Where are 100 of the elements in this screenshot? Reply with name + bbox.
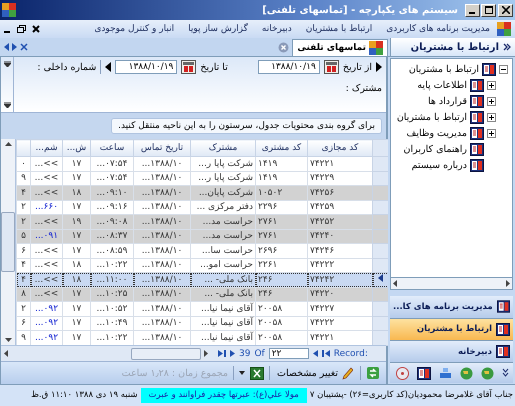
scroll-down-icon[interactable] [4, 61, 10, 67]
last-record-icon[interactable] [218, 350, 226, 357]
table-cell: ...۱۳۸۸/۱۰ [134, 156, 190, 171]
dropdown-icon[interactable] [239, 371, 245, 375]
column-header[interactable]: مشترک [190, 140, 256, 156]
calendar-icon[interactable] [181, 60, 196, 74]
column-header[interactable]: کد مجازی [308, 140, 372, 156]
column-header[interactable]: کد مشتری [256, 140, 308, 156]
table-cell: ...۰۸:۳۷ [90, 229, 134, 244]
from-date-field[interactable]: ۱۳۸۸/۱۰/۱۹ [258, 60, 320, 74]
expand-icon[interactable] [487, 128, 496, 138]
app-icon [369, 41, 383, 55]
cd-icon[interactable] [396, 366, 409, 380]
table-cell: ...۱۳۸۸/۱۰ [134, 214, 190, 229]
edit-button[interactable]: تغییر مشخصات [275, 366, 355, 380]
expand-icon[interactable] [487, 80, 496, 90]
document-tab[interactable]: تماسهای تلفنی [292, 39, 388, 56]
table-cell: ...۱۳۸۸/۱۰ [134, 244, 190, 258]
scroll-left-icon[interactable] [393, 280, 397, 287]
tree-item[interactable]: مدیریت وظایف [391, 126, 508, 140]
book-icon [470, 126, 484, 140]
table-row[interactable]: ۷۴۲۵۶ ۱۰۵۰۲ شرکت پایان... ...۱۳۸۸/۱۰ ...۰۹:۱۰ ۱۸ ...<< ۴ [16, 186, 388, 200]
table-row[interactable]: ۷۴۲۴۶ ۲۶۹۶ حراست سا... ...۱۳۸۸/۱۰ ...۰۸:۵۹ ۱۷ ...<< ۶ [16, 244, 388, 258]
table-cell: ۷۴۲۲۷ [308, 302, 372, 316]
menu-item[interactable]: گزارش ساز پویا [181, 24, 255, 34]
restore-icon[interactable] [17, 25, 26, 33]
table-cell: ۷۴۲۴۰ [308, 229, 372, 244]
close-tab-icon[interactable] [278, 42, 290, 52]
scroll-left-icon[interactable] [4, 350, 8, 357]
maximize-button[interactable] [481, 4, 496, 16]
to-date-field[interactable]: ۱۳۸۸/۱۰/۱۹ [115, 60, 178, 74]
nav-button[interactable]: دبیرخانه [390, 341, 513, 364]
table-row[interactable]: ۷۴۲۵۲ ۲۷۶۱ حراست مد... ...۱۳۸۸/۱۰ ...۰۹:۰۸ ۱۹ ...<< ۲ [16, 214, 388, 229]
scroll-right-icon[interactable] [506, 280, 510, 287]
expand-icon[interactable] [487, 112, 496, 122]
scroll-left-icon[interactable] [4, 43, 9, 51]
scroll-down-icon[interactable] [4, 338, 12, 342]
nav-button[interactable]: ارتباط با مشتریان [390, 318, 513, 342]
horizontal-scrollbar[interactable] [390, 278, 513, 290]
menu-item[interactable]: مدیریت برنامه های کاربردی [379, 24, 497, 34]
next-arrow-icon[interactable] [376, 62, 382, 72]
table-cell: ۱۷ [62, 229, 90, 244]
group-by-hint: برای گروه بندی محتویات جدول، سرستون را به این ناحیه منتقل کنید. [111, 118, 382, 134]
minimize-button[interactable] [465, 4, 480, 16]
nav-button[interactable]: مدیریت برنامه های کا... [390, 296, 513, 319]
column-header[interactable]: ساعت [90, 140, 134, 156]
column-header[interactable]: ش... [62, 140, 90, 156]
table-cell: ۱۰۵۰۲ [256, 186, 308, 200]
chevron-icon[interactable] [502, 368, 509, 378]
table-cell: ۱۹ [62, 214, 90, 229]
column-header[interactable]: تاریخ تماس [134, 140, 190, 156]
table-cell: ...۱۱:۰۰ [90, 272, 134, 287]
vertical-scrollbar[interactable] [1, 139, 16, 345]
collapse-icon[interactable] [499, 64, 508, 74]
scroll-down-icon[interactable] [4, 102, 10, 108]
tree-item[interactable]: قرارداد ها [391, 94, 508, 108]
expand-icon[interactable] [487, 96, 496, 106]
table-cell: حراست سا... [190, 244, 256, 258]
tree-item[interactable]: ارتباط با مشتریان [391, 62, 508, 76]
globe-icon[interactable] [481, 366, 494, 380]
table-cell: ...<< [30, 272, 62, 287]
app-icon [2, 3, 16, 17]
first-record-icon[interactable] [322, 350, 330, 357]
column-header[interactable]: شم... [30, 140, 62, 156]
close-icon[interactable] [32, 25, 40, 33]
menu-item[interactable]: دبیرخانه [254, 24, 299, 34]
tree-item[interactable]: ارتباط با مشتریان [391, 110, 508, 124]
menu-item[interactable]: انبار و کنترل موجودی [87, 24, 182, 34]
spreadsheet-icon[interactable] [250, 366, 264, 380]
table-row[interactable]: ۷۴۲۲۱ ۱۴۱۹ شرکت پایا ر... ...۱۳۸۸/۱۰ ...۰۷:۵۴ ۱۷ ...<< ۰ [16, 156, 388, 171]
tree-item[interactable]: اطلاعات پایه [391, 78, 508, 92]
book-icon [482, 62, 496, 76]
previous-record-icon[interactable] [312, 350, 318, 357]
table-cell: ...<< [30, 186, 62, 200]
close-button[interactable] [498, 4, 513, 16]
scroll-up-icon[interactable] [4, 142, 12, 146]
globe-icon[interactable] [460, 366, 473, 380]
table-row[interactable]: ۷۴۲۴۲ ۲۴۶ بانک ملی- ... ...۱۳۸۸/۱۰ ...۱۱:۰۰ ۱۸ ...<< ۴ [16, 272, 388, 287]
network-icon[interactable] [439, 366, 452, 380]
record-number-field[interactable]: ۲۲ [268, 348, 309, 359]
table-cell: ۷۴۲۵۲ [308, 214, 372, 229]
scroll-right-icon[interactable] [12, 43, 17, 51]
previous-arrow-icon[interactable] [105, 62, 112, 72]
table-cell: ۲۷۶۱ [256, 214, 308, 229]
tree-item[interactable]: راهنمای کاربران [391, 142, 508, 156]
collapse-icon[interactable] [503, 43, 511, 51]
scroll-right-icon[interactable] [204, 350, 208, 357]
refresh-icon[interactable] [366, 366, 380, 380]
extension-label: شماره داخلی : [37, 62, 96, 72]
table-cell: ۷۴۲۲۲ [308, 316, 372, 330]
next-record-icon[interactable] [230, 350, 235, 357]
table-row[interactable]: ۷۴۲۲۲ ۲۰۰۵۸ آقای نیما نیا... ...۱۳۸۸/۱۰ ...۱۰:۴۹ ۱۷ ...۰۹۲ ۶ [16, 316, 388, 330]
calendar-icon[interactable] [324, 60, 339, 74]
table-row[interactable]: ۷۴۲۴۰ ۲۷۶۱ حراست مد... ...۱۳۸۸/۱۰ ...۰۸:۳۷ ۱۷ ...۰۹۱ ۵ [16, 229, 388, 244]
table-cell: ۷۴۲۵۶ [308, 186, 372, 200]
table-cell: بانک ملی- ... [190, 287, 256, 302]
table-row[interactable]: ۷۴۲۲۰ ۲۴۶ بانک ملی- ... ...۱۳۸۸/۱۰ ...۱۰:۲۵ ۱۷ ...<< ۸ [16, 287, 388, 302]
menu-item[interactable]: ارتباط با مشتریان [298, 24, 380, 34]
table-row[interactable]: ۷۴۲۲۷ ۲۰۰۵۸ آقای نیما نیا... ...۱۳۸۸/۱۰ ...۱۰:۵۲ ۱۷ ...۰۹۲ ۲ [16, 302, 388, 316]
tree-item[interactable]: درباره سیستم [391, 158, 508, 172]
